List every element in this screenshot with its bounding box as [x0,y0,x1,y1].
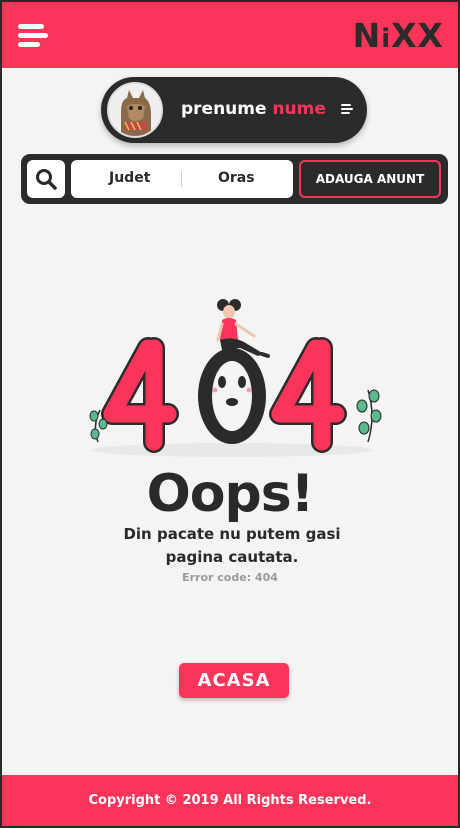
profile-name: prenume nume [181,99,326,119]
avatar[interactable] [107,82,163,138]
cat-avatar [109,84,161,136]
header: NiXX [2,0,458,68]
girl-figure [216,299,270,358]
plant-right [356,389,382,443]
error-message-line-1: Din pacate nu putem gasi [123,525,341,543]
digit-four-right [269,337,347,453]
menu-icon[interactable] [341,104,353,116]
footer: Copyright © 2019 All Rights Reserved. [2,775,458,828]
profile-card: prenume nume [101,77,367,143]
home-button[interactable]: ACASA [179,663,289,698]
add-listing-button[interactable]: ADAUGA ANUNT [299,160,441,198]
error-404-illustration [89,299,382,457]
filter-divider [181,171,182,187]
filter-oras[interactable]: Oras [218,170,255,186]
search-icon [36,169,57,190]
search-button[interactable] [27,160,65,198]
filter-judet[interactable]: Judet [109,170,150,186]
copyright-text: Copyright © 2019 All Rights Reserved. [88,793,372,808]
brand-logo[interactable]: NiXX [353,16,444,55]
hamburger-menu-icon[interactable] [18,24,48,48]
error-title: Oops! [146,464,315,524]
digit-zero-face [198,348,266,444]
search-bar: Judet Oras ADAUGA ANUNT [21,154,448,204]
error-message: Din pacate nu putem gasi pagina cautata. [82,523,382,569]
digit-four-left [101,337,179,453]
location-filters: Judet Oras [71,160,293,198]
error-message-line-2: pagina cautata. [165,548,299,566]
error-code: Error code: 404 [182,571,278,584]
